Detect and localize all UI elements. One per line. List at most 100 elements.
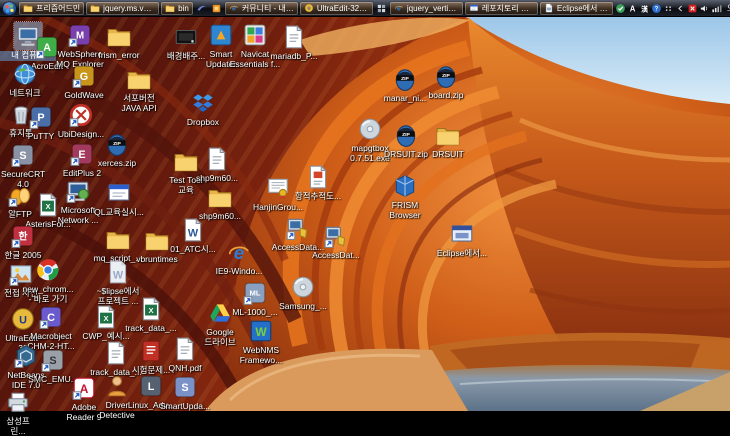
icon-label: FRISM Browser [370,201,440,220]
cert-icon [264,174,292,202]
desktop-icon[interactable]: 한한글 2005 [0,222,46,261]
doc-icon [171,335,199,363]
goldwave-icon: G [70,62,98,90]
red-alert-icon[interactable] [687,3,698,14]
desktop-icon[interactable]: Samsung_... [268,273,338,312]
excel-icon: X [137,295,165,323]
svg-text:漢: 漢 [641,4,648,13]
desktop-icon[interactable]: QL교육실시... [84,179,154,218]
chmapp-icon: C [37,303,65,331]
desktop-icon[interactable]: DRSUIT [413,121,483,160]
printer-icon [4,388,32,416]
green-util-icon[interactable] [615,3,626,14]
desktop-icon[interactable]: EEditPlus 2 [47,140,117,179]
svg-text:X: X [103,314,108,323]
ime-a-indicator[interactable]: A [627,3,638,14]
svg-text:S: S [49,355,56,367]
svg-text:?: ? [655,6,659,12]
desktop-icon[interactable]: Dropbox [168,89,238,128]
icon-label: Eclipse에서... [427,249,497,259]
desktop: 내 컴퓨터AAcroEditMWebSphere MQ Explorerfris… [0,0,730,411]
taskbar-button[interactable]: UUltraEdit-32 - [... [300,2,373,15]
editplus-icon: E [68,140,96,168]
svg-text:ZIP: ZIP [442,73,450,79]
desktop-icon[interactable]: 네트워크 [0,60,50,99]
taskbar-button[interactable]: e커뮤니티 - 내박... [225,2,298,15]
svg-text:X: X [45,202,50,211]
desktop-icon[interactable]: frism_error [84,22,154,61]
folder-icon [125,65,153,93]
webnms-icon: W [247,317,275,345]
taskbar-button[interactable]: W Eclipse에서 프로... [540,2,613,15]
svg-text:W: W [547,7,551,12]
desktop-icon[interactable]: W WebNMS Framewo... [226,317,296,365]
doc-icon [203,145,231,173]
folder-icon [206,183,234,211]
desktop-icon[interactable]: FRISM Browser [370,172,440,220]
taskbar: 프리즘어드민 jquery.ms.vertic... bin e커뮤니티 - 내박..… [0,0,730,17]
blue-swoosh-icon[interactable] [195,2,208,15]
wordtemp-icon: W [104,258,132,286]
svg-text:E: E [78,149,85,161]
svg-text:P: P [37,112,44,124]
svg-text:S: S [181,382,188,394]
icon-label: SmartUpda... [150,402,220,412]
ime-hanja-indicator[interactable]: 漢 [639,3,650,14]
taskbar-button[interactable]: 레포지토리 매니... [465,2,538,15]
window-grid-icon[interactable] [375,2,388,15]
svg-text:W: W [188,228,199,240]
svg-text:W: W [113,270,124,282]
accessdata-icon [322,222,350,250]
taskbar-button[interactable]: 프리즘어드민 [19,2,84,15]
taskbar-button[interactable]: jquery.ms.vertic... [86,2,159,15]
icon-label: 네트워크 [0,89,50,99]
ubidesign-icon [67,101,95,129]
eclipsewin-icon [448,220,476,248]
desktop-icon[interactable]: mariadb_P... [259,23,329,62]
desktop-icon[interactable]: Xtrack_data_... [116,295,186,334]
bluewin-icon [105,179,133,207]
taskbar-button-label: Eclipse에서 프로... [557,3,609,14]
hidden-icons-arrow[interactable] [675,3,686,14]
taskbar-button-label: jquery.ms.vertic... [103,4,155,13]
taskbar-button-label: bin [178,4,189,13]
smcapp-icon: S [39,346,67,374]
help-icon[interactable]: ? [651,3,662,14]
desktop-icon[interactable]: new_chrom... - 바로 가기 [13,256,83,304]
desktop-icon[interactable]: AccessDat... [301,222,371,261]
svg-text:S: S [19,150,26,162]
taskbar-clock[interactable]: 오전 11:46 [723,3,730,14]
frism-icon [391,172,419,200]
desktop-icon[interactable]: shp9m60... [182,145,252,184]
taskbar-button-label: 레포지토리 매니... [482,3,534,14]
taskbar-button-label: 커뮤니티 - 내박... [242,3,294,14]
desktop-icon[interactable]: QNH.pdf [150,335,220,374]
icon-label: Samsung_... [268,302,338,312]
svg-text:W: W [255,325,267,339]
icon-label: new_chrom... - 바로 가기 [13,285,83,304]
globe-icon [11,60,39,88]
system-tray: A漢? 오전 11:46 [615,3,730,14]
folder-icon [105,22,133,50]
desktop-icon[interactable]: S SmartUpda... [150,373,220,412]
desktop-icon[interactable]: Eclipse에서... [427,220,497,259]
orange-app-icon[interactable] [210,2,223,15]
taskbar-button-label: 프리즘어드민 [36,3,80,14]
taskbar-button[interactable]: bin [161,2,193,15]
taskbar-button[interactable]: ejquery_vertical_... [390,2,463,15]
excel-icon: X [34,191,62,219]
desktop-icon[interactable]: ZIP board.zip [411,62,481,101]
doc-icon [280,23,308,51]
hangul-icon: 한 [9,222,37,250]
desktop-icon[interactable]: 삼성프린... [0,388,36,436]
icon-label: WebNMS Framewo... [226,346,296,365]
network-signal-icon[interactable] [711,3,722,14]
icon-label: DRSUIT [413,150,483,160]
status-dots-icon[interactable] [663,3,674,14]
start-button[interactable] [2,1,17,16]
icon-label: board.zip [411,91,481,101]
svg-text:U: U [307,6,310,11]
icon-label: track_data_... [116,324,186,334]
volume-icon[interactable] [699,3,710,14]
ie-icon: e [225,238,253,266]
